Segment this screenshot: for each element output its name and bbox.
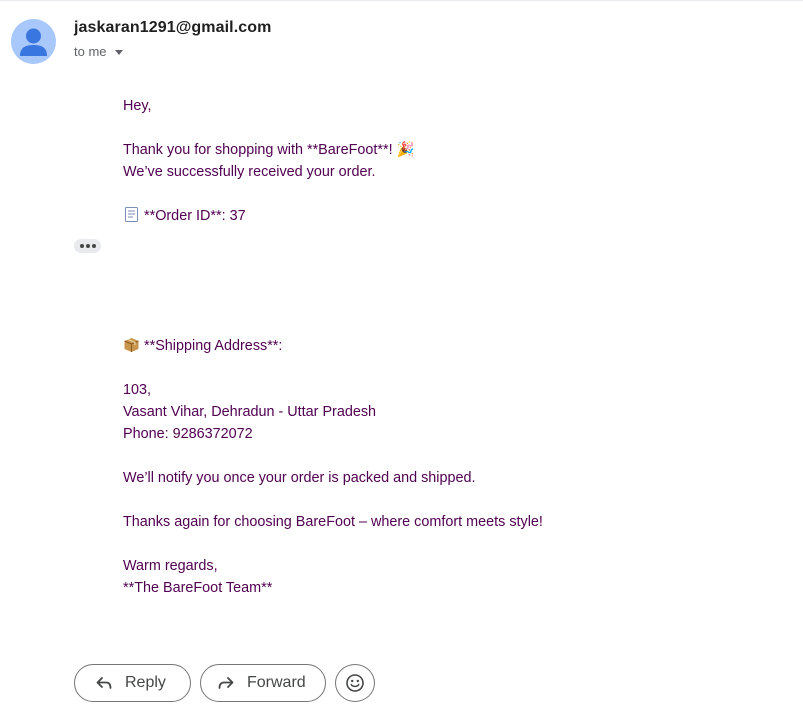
greeting: Hey,	[123, 98, 152, 114]
signature-line: **The BareFoot Team**	[123, 580, 273, 596]
reply-button[interactable]: Reply	[74, 664, 191, 702]
sender-email: jaskaran1291@gmail.com	[74, 19, 272, 36]
message-body-continued: **Shipping Address**: 103, Vasant Vihar,…	[123, 335, 543, 599]
received-line: We’ve successfully received your order.	[123, 164, 376, 180]
message-actions: Reply Forward	[74, 664, 375, 702]
closing-line: Warm regards,	[123, 558, 218, 574]
more-horizontal-icon	[79, 244, 84, 248]
top-divider	[0, 0, 803, 1]
notify-line: We’ll notify you once your order is pack…	[123, 470, 476, 486]
show-trimmed-content-button[interactable]	[74, 239, 101, 253]
receipt-icon	[125, 207, 138, 222]
forward-label: Forward	[247, 674, 306, 691]
address-line-1: 103,	[123, 382, 152, 398]
emoji-reaction-button[interactable]	[335, 664, 375, 702]
reply-label: Reply	[125, 674, 166, 691]
forward-icon	[218, 677, 234, 689]
thanks-line: Thank you for shopping with **BareFoot**…	[123, 142, 415, 158]
thanks-again-line: Thanks again for choosing BareFoot – whe…	[123, 514, 543, 530]
order-id-row: **Order ID**: 37	[123, 205, 415, 227]
shipping-heading: **Shipping Address**:	[144, 338, 283, 354]
sender-avatar[interactable]	[11, 19, 56, 64]
recipient-label: to me	[74, 44, 107, 59]
message-body: Hey, Thank you for shopping with **BareF…	[123, 95, 415, 227]
phone-line: Phone: 9286372072	[123, 426, 253, 442]
package-icon	[124, 338, 139, 352]
order-id-text: **Order ID**: 37	[144, 208, 246, 224]
recipient-details-toggle[interactable]: to me	[74, 44, 123, 59]
smiley-icon	[346, 674, 364, 692]
shipping-heading-row: **Shipping Address**:	[123, 335, 543, 357]
chevron-down-icon	[114, 50, 123, 55]
address-line-2: Vasant Vihar, Dehradun - Uttar Pradesh	[123, 404, 377, 420]
person-avatar-icon	[20, 28, 47, 56]
forward-button[interactable]: Forward	[200, 664, 326, 702]
reply-icon	[96, 677, 112, 689]
